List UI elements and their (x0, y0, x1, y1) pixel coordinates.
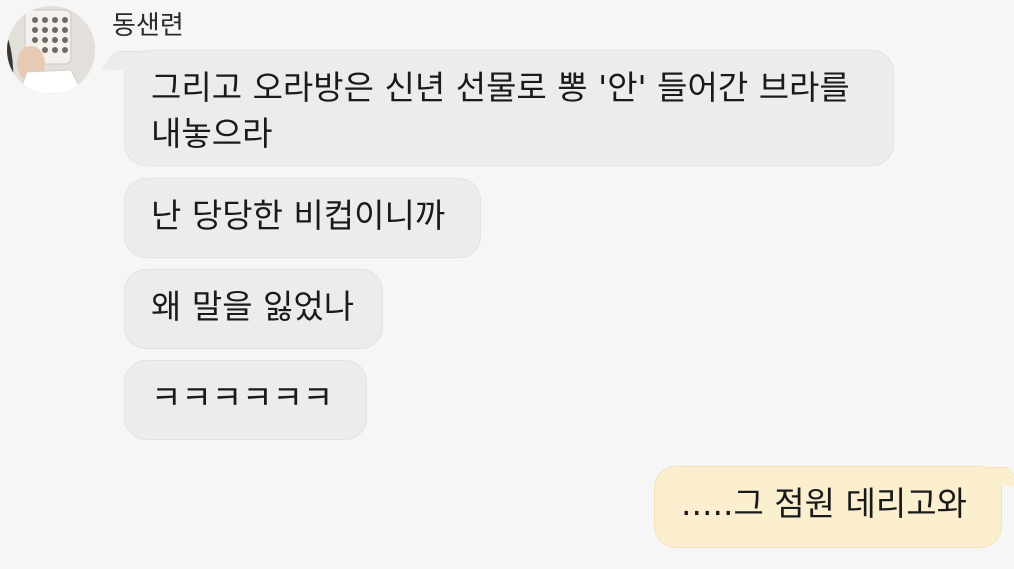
message-bubble[interactable]: 난 당당한 비컵이니까 (124, 178, 481, 258)
message-text: 그리고 오라방은 신년 선물로 뽕 '안' 들어간 브라를 내놓으라 (151, 68, 850, 153)
message-bubble[interactable]: ㅋㅋㅋㅋㅋㅋ (124, 360, 367, 440)
message-text: .....그 점원 데리고와 (681, 484, 967, 523)
message-bubble[interactable]: 그리고 오라방은 신년 선물로 뽕 '안' 들어간 브라를 내놓으라 (124, 50, 894, 166)
message-text: 난 당당한 비컵이니까 (151, 196, 446, 235)
sender-name: 동샌련 (112, 11, 184, 41)
avatar-image (7, 6, 95, 94)
message-text: 왜 말을 잃었나 (151, 287, 355, 326)
message-text: ㅋㅋㅋㅋㅋㅋ (151, 378, 334, 417)
outgoing-message-bubble[interactable]: .....그 점원 데리고와 (654, 466, 1002, 548)
avatar[interactable] (7, 6, 95, 94)
chat-view: 동샌련 그리고 오라방은 신년 선물로 뽕 '안' 들어간 브라를 내놓으라 난… (0, 0, 1014, 569)
message-bubble[interactable]: 왜 말을 잃었나 (124, 269, 383, 349)
